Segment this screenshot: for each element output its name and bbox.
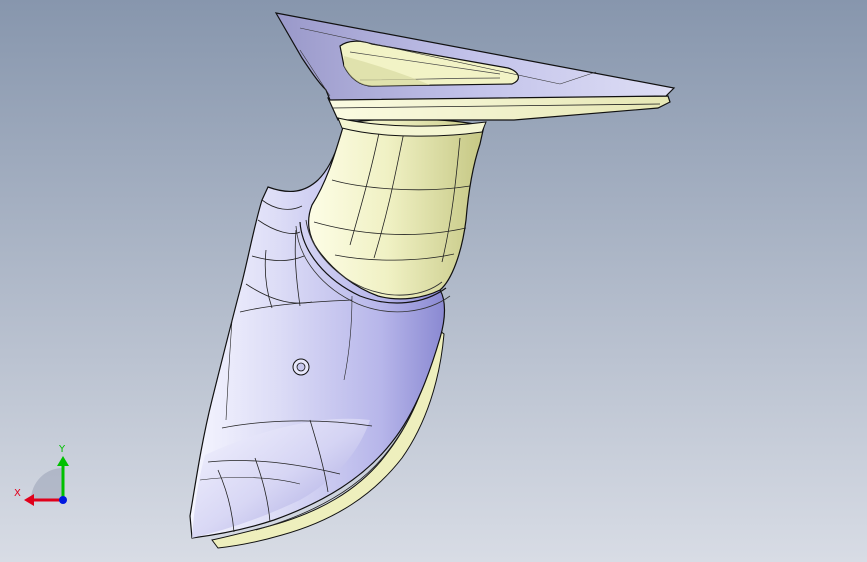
triad-x-arrowhead xyxy=(24,494,34,506)
triad-y-label: Y xyxy=(58,444,66,455)
triad-plane-quadrant xyxy=(31,468,63,500)
cad-model-view[interactable] xyxy=(0,0,867,562)
bolt-boss-hole xyxy=(296,362,306,372)
triad-z-axis xyxy=(59,496,67,504)
coordinate-triad: X Y xyxy=(14,444,69,506)
triad-y-arrowhead xyxy=(57,456,69,466)
triad-x-label: X xyxy=(14,488,21,499)
graphics-viewport[interactable]: X Y xyxy=(0,0,867,562)
